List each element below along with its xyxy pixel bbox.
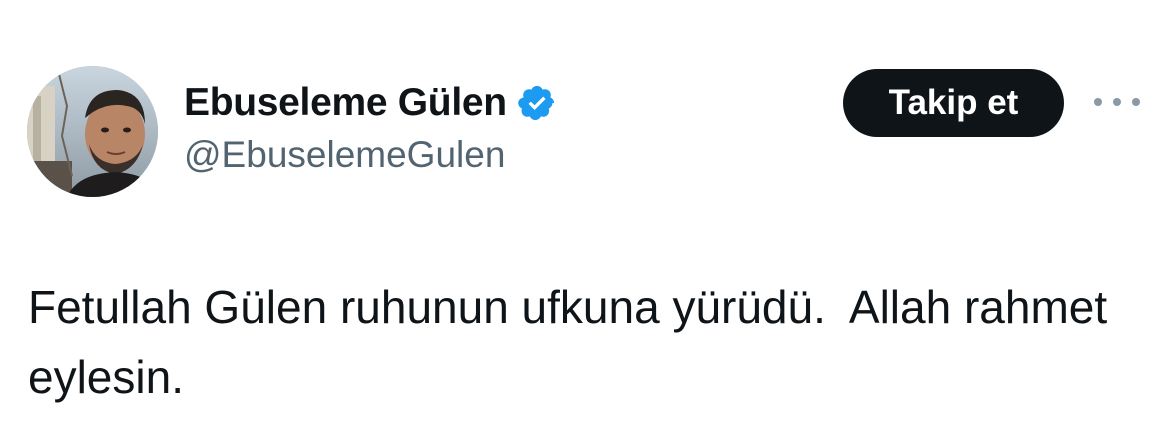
- avatar[interactable]: [27, 66, 158, 197]
- avatar-photo: [27, 66, 158, 197]
- more-dot: [1132, 98, 1140, 106]
- more-options-icon[interactable]: [1094, 90, 1140, 114]
- follow-button[interactable]: Takip et: [843, 69, 1064, 137]
- tweet-card: Ebuseleme Gülen @EbuselemeGulen Takip et…: [0, 0, 1170, 448]
- verified-badge-icon[interactable]: [517, 83, 557, 123]
- author-display-name[interactable]: Ebuseleme Gülen: [184, 81, 507, 125]
- more-dot: [1094, 98, 1102, 106]
- tweet-text: Fetullah Gülen ruhunun ufkuna yürüdü. Al…: [28, 281, 1120, 403]
- author-handle[interactable]: @EbuselemeGulen: [184, 134, 505, 176]
- more-dot: [1113, 98, 1121, 106]
- author-name-row: Ebuseleme Gülen: [184, 78, 557, 128]
